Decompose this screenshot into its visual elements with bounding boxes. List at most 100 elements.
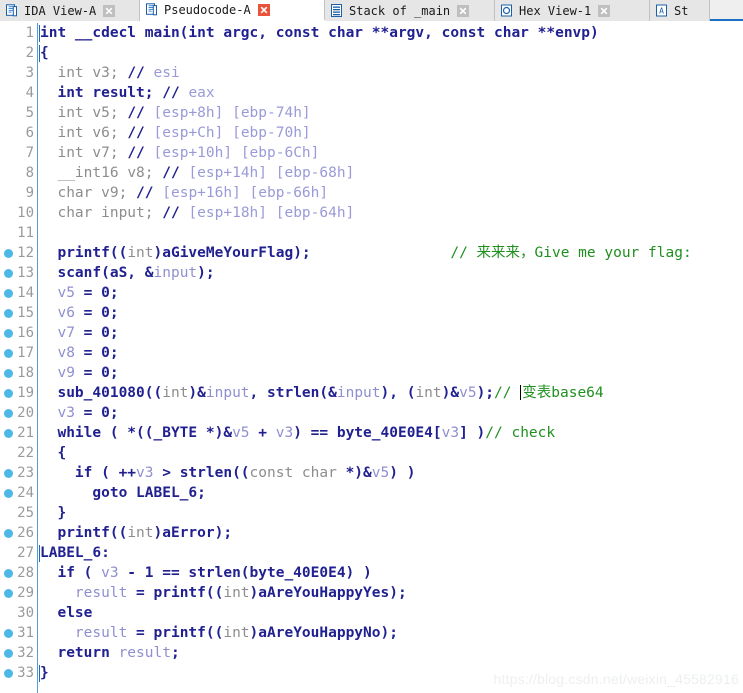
close-icon[interactable]: [598, 4, 611, 17]
code-text: goto LABEL_6;: [40, 483, 206, 503]
tab-hex-view-1[interactable]: Hex View-1: [495, 0, 650, 21]
code-line[interactable]: 13 scanf(aS, &input);: [0, 263, 743, 283]
document-icon: [6, 4, 18, 17]
code-line[interactable]: 16 v7 = 0;: [0, 323, 743, 343]
code-line[interactable]: 28 if ( v3 - 1 == strlen(byte_40E0E4) ): [0, 563, 743, 583]
code-line[interactable]: 27 LABEL_6:: [0, 543, 743, 563]
code-token: while ( *((_BYTE *)&: [40, 425, 233, 441]
code-token: if (: [40, 565, 102, 581]
tab-ida-view-a[interactable]: IDA View-A: [0, 0, 140, 21]
code-token: const char: [275, 25, 372, 41]
code-text: result = printf((int)aAreYouHappyNo);: [40, 623, 398, 643]
code-line[interactable]: 22 {: [0, 443, 743, 463]
code-token: int: [40, 145, 93, 161]
code-token: *)&: [345, 465, 372, 481]
code-token: esi: [153, 65, 180, 81]
tab-stack-of-main[interactable]: Stack of _main: [325, 0, 495, 21]
code-line[interactable]: 19 sub_401080((int)&input, strlen(&input…: [0, 383, 743, 403]
code-text: {: [40, 43, 49, 63]
code-token: [esp+Ch] [ebp-70h]: [153, 125, 311, 141]
code-token: v8: [127, 165, 145, 181]
code-line[interactable]: 8 __int16 v8; // [esp+14h] [ebp-68h]: [0, 163, 743, 183]
code-line[interactable]: 12 printf((int)aGiveMeYourFlag); // 来来来，…: [0, 243, 743, 263]
code-token: **argv,: [371, 25, 442, 41]
code-text: while ( *((_BYTE *)&v5 + v3) == byte_40E…: [40, 423, 555, 443]
close-icon[interactable]: [103, 4, 116, 17]
code-token: //: [162, 85, 189, 101]
code-line[interactable]: 10 char input; // [esp+18h] [ebp-64h]: [0, 203, 743, 223]
code-token: v9: [101, 185, 119, 201]
pseudocode-pane[interactable]: 1 int __cdecl main(int argc, const char *…: [0, 23, 743, 693]
code-token: )aGiveMeYourFlag);: [153, 245, 311, 261]
code-line[interactable]: 18 v9 = 0;: [0, 363, 743, 383]
code-token: const char: [441, 25, 538, 41]
code-token: v3: [136, 465, 154, 481]
code-token: = 0;: [74, 365, 119, 381]
code-line[interactable]: 3 int v3; // esi: [0, 63, 743, 83]
line-number: 1: [25, 25, 34, 41]
line-number: 5: [25, 105, 34, 121]
code-line[interactable]: 24 goto LABEL_6;: [0, 483, 743, 503]
code-line[interactable]: 29 result = printf((int)aAreYouHappyYes)…: [0, 583, 743, 603]
code-text: if ( v3 - 1 == strlen(byte_40E0E4) ): [40, 563, 371, 583]
code-token: v3: [441, 425, 460, 441]
hex-icon: [501, 4, 512, 17]
code-token: = 0;: [74, 345, 119, 361]
tab-label: Stack of _main: [349, 3, 451, 18]
code-line[interactable]: 25 }: [0, 503, 743, 523]
code-token: int: [127, 245, 154, 261]
line-number: 20: [17, 405, 34, 421]
code-token: input: [153, 265, 198, 281]
code-text: else: [40, 603, 92, 623]
code-token: ;: [109, 65, 128, 81]
code-line[interactable]: 23 if ( ++v3 > strlen((const char *)&v5)…: [0, 463, 743, 483]
close-icon[interactable]: [257, 3, 270, 16]
code-line[interactable]: 9 char v9; // [esp+16h] [ebp-66h]: [0, 183, 743, 203]
code-text: scanf(aS, &input);: [40, 263, 214, 283]
code-token: //: [162, 205, 189, 221]
code-line[interactable]: 4 int result; // eax: [0, 83, 743, 103]
code-line[interactable]: 2{: [0, 43, 743, 63]
code-line[interactable]: 31 result = printf((int)aAreYouHappyNo);: [0, 623, 743, 643]
code-token: v7: [57, 325, 75, 341]
code-token: int: [223, 625, 250, 641]
code-line[interactable]: 7 int v7; // [esp+10h] [ebp-6Ch]: [0, 143, 743, 163]
code-line[interactable]: 32 return result;: [0, 643, 743, 663]
code-token: goto LABEL_6;: [40, 485, 206, 501]
code-line[interactable]: 26 printf((int)aError);: [0, 523, 743, 543]
code-line[interactable]: 17 v8 = 0;: [0, 343, 743, 363]
code-line[interactable]: 1 int __cdecl main(int argc, const char *…: [0, 23, 743, 43]
code-text: if ( ++v3 > strlen((const char *)&v5) ): [40, 463, 416, 483]
code-line[interactable]: 14 v5 = 0;: [0, 283, 743, 303]
code-token: ;: [109, 145, 128, 161]
code-text: int result; // eax: [40, 83, 214, 103]
line-number: 26: [17, 525, 34, 541]
code-line[interactable]: 15 v6 = 0;: [0, 303, 743, 323]
code-line[interactable]: 21 while ( *((_BYTE *)&v5 + v3) == byte_…: [0, 423, 743, 443]
code-line[interactable]: 11: [0, 223, 743, 243]
code-line[interactable]: 30 else: [0, 603, 743, 623]
code-text: v8 = 0;: [40, 343, 119, 363]
close-icon[interactable]: [457, 4, 470, 17]
line-number: 10: [17, 205, 34, 221]
code-line[interactable]: 6 int v6; // [esp+Ch] [ebp-70h]: [0, 123, 743, 143]
code-token: // check: [485, 425, 556, 441]
code-token: result: [118, 645, 171, 661]
code-token: v9: [57, 365, 75, 381]
code-token: , strlen(&: [249, 385, 337, 401]
code-token: argc,: [223, 25, 276, 41]
code-token: int: [40, 65, 93, 81]
tab-pseudocode-a[interactable]: Pseudocode-A: [140, 0, 325, 21]
tab-st[interactable]: A St: [650, 0, 710, 21]
code-line[interactable]: 5 int v5; // [esp+8h] [ebp-74h]: [0, 103, 743, 123]
code-text: v7 = 0;: [40, 323, 118, 343]
code-token: v6: [92, 125, 110, 141]
tab-label: Pseudocode-A: [164, 2, 251, 17]
code-line[interactable]: 20 v3 = 0;: [0, 403, 743, 423]
code-token: input: [205, 385, 250, 401]
code-token: //: [127, 125, 154, 141]
line-number: 21: [17, 425, 34, 441]
